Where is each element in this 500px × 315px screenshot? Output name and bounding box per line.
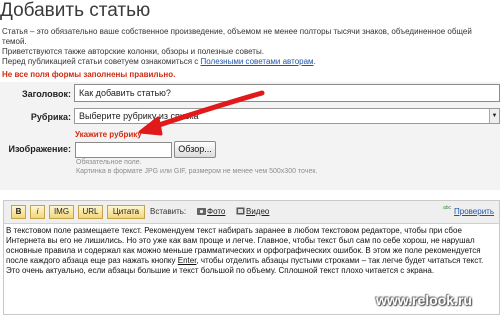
rubric-select[interactable]: Выберите рубрику из списка ▼ [74, 108, 500, 124]
title-label: Заголовок: [21, 89, 71, 99]
title-input[interactable]: Как добавить статью? [74, 84, 500, 102]
intro-text: Статья – это обязательно ваше собственно… [2, 27, 498, 67]
intro-line-3-suffix: . [313, 57, 316, 66]
img-button[interactable]: IMG [49, 205, 74, 219]
insert-label: Вставить: [150, 207, 187, 216]
site-watermark: www.relook.ru [376, 292, 472, 308]
video-icon [236, 207, 245, 215]
bold-button[interactable]: B [11, 205, 26, 219]
spellcheck-icon: abc [443, 205, 452, 211]
image-file-input[interactable] [75, 142, 172, 158]
intro-line-3: Перед публикацией статьи советуем ознако… [2, 57, 498, 67]
intro-line-3-prefix: Перед публикацией статьи советуем ознако… [2, 57, 201, 66]
page-title: Добавить статью [0, 0, 151, 21]
intro-line-1: Статья – это обязательно ваше собственно… [2, 27, 472, 46]
image-label: Изображение: [8, 144, 71, 154]
image-required-note: Обязательное поле. [76, 159, 142, 166]
rubric-label: Рубрика: [30, 112, 71, 122]
image-format-hint: Картинка в формате JPG или GIF, размером… [76, 168, 318, 175]
photo-icon [197, 208, 206, 215]
chevron-down-icon[interactable]: ▼ [489, 109, 499, 123]
check-link[interactable]: Проверить [454, 207, 494, 216]
video-link[interactable]: Видео [246, 207, 269, 216]
italic-button[interactable]: i [30, 205, 45, 219]
intro-line-2: Приветствуются также авторские колонки, … [2, 47, 264, 56]
url-button[interactable]: URL [78, 205, 103, 219]
quote-button[interactable]: Цитата [107, 205, 145, 219]
article-text-area[interactable]: В текстовом поле размещаете текст. Реком… [6, 226, 496, 276]
author-tips-link[interactable]: Полезными советами авторам [201, 57, 314, 66]
rubric-selected-value: Выберите рубрику из списка [79, 111, 199, 121]
photo-link[interactable]: Фото [207, 207, 225, 216]
form-error-message: Не все поля формы заполнены правильно. [2, 70, 176, 79]
rubric-warning: Укажите рубрику [75, 130, 142, 139]
editor-toolbar: B i IMG URL Цитата Вставить: Фото Видео … [4, 201, 499, 224]
article-text-enter-key: Enter [177, 256, 197, 265]
browse-button[interactable]: Обзор... [174, 141, 216, 158]
